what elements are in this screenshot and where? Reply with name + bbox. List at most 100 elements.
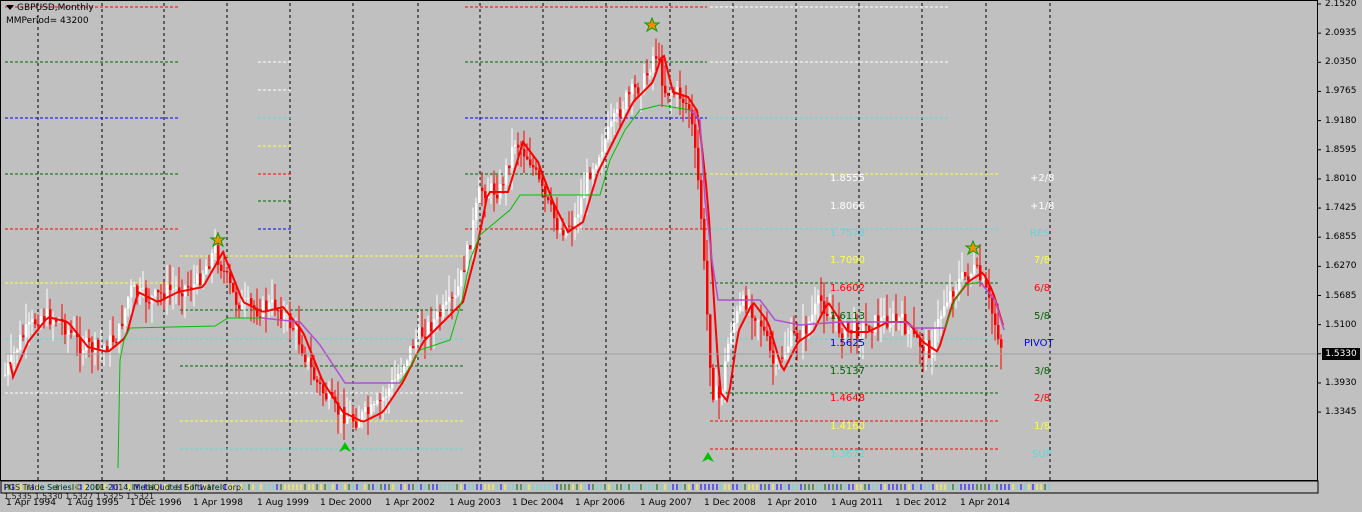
candle-body <box>37 324 40 327</box>
time-tick-label: 1 Aug 2003 <box>449 498 501 508</box>
price-tick-label: 2.0350 <box>1325 57 1357 68</box>
candle-body <box>208 266 211 269</box>
time-tick-label: 1 Dec 2008 <box>704 498 756 508</box>
price-tick-label: 1.3345 <box>1325 407 1357 418</box>
candle-body <box>535 167 538 170</box>
candle-body <box>391 380 394 389</box>
candle-body <box>373 404 376 406</box>
candle-body <box>592 169 595 179</box>
candle-body <box>88 337 91 343</box>
level-name: 2/8 <box>1034 393 1051 404</box>
price-tick-label: 1.6270 <box>1325 261 1357 272</box>
candle-body <box>907 330 910 334</box>
level-value: 1.6113 <box>830 311 865 322</box>
candle-body <box>532 165 535 168</box>
fractal-top-marker <box>964 239 982 256</box>
candle-body <box>904 313 907 334</box>
candle-body <box>367 407 370 415</box>
candle-body <box>325 393 328 400</box>
candle-body <box>361 411 364 422</box>
candle-body <box>637 87 640 94</box>
candle-body <box>895 313 898 321</box>
candle-body <box>607 126 610 140</box>
candle-body <box>295 326 298 330</box>
candle-body <box>739 305 742 312</box>
candle-body <box>343 407 346 424</box>
indicator-label: MMPeriod= 43200 <box>6 16 89 26</box>
candle-body <box>523 149 526 157</box>
candle-body <box>175 287 178 289</box>
candle-body <box>871 331 874 333</box>
candle-body <box>247 298 250 300</box>
candle-body <box>949 291 952 303</box>
candle-body <box>526 156 529 160</box>
candle-body <box>730 332 733 344</box>
candle-body <box>370 404 373 415</box>
candle-body <box>601 152 604 158</box>
candle-body <box>862 324 865 338</box>
candle-body <box>115 342 118 344</box>
level-name: 7/8 <box>1034 255 1051 266</box>
candle-body <box>661 58 664 86</box>
candle-body <box>610 121 613 127</box>
price-tick-label: 1.5685 <box>1325 290 1357 301</box>
candle-body <box>313 367 316 380</box>
candle-body <box>700 180 703 219</box>
candle-body <box>394 379 397 381</box>
candle-body <box>421 327 424 337</box>
candle-body <box>430 322 433 332</box>
chart-window[interactable]: GBPUSD,Monthly MMPeriod= 43200 2.1520 2.0… <box>0 0 1362 512</box>
candle-body <box>244 298 247 300</box>
candle-body <box>409 346 412 361</box>
candle-body <box>538 169 541 180</box>
level-value: 1.6602 <box>830 283 865 294</box>
level-value: 1.5137 <box>830 366 865 377</box>
level-value: 1.8066 <box>830 201 865 212</box>
candle-body <box>67 329 70 335</box>
candle-body <box>511 146 514 169</box>
candle-body <box>967 276 970 281</box>
candle-body <box>133 285 136 287</box>
level-name: +2/8 <box>1030 173 1055 184</box>
candle-body <box>496 194 499 199</box>
candle-body <box>616 109 619 114</box>
candle-body <box>856 321 859 339</box>
candle-body <box>628 92 631 95</box>
price-chart-canvas[interactable] <box>0 0 1362 512</box>
level-name: 5/8 <box>1034 311 1051 322</box>
candle-body <box>403 366 406 374</box>
candle-body <box>814 303 817 315</box>
candle-body <box>187 285 190 288</box>
candle-body <box>94 339 97 353</box>
candle-body <box>619 109 622 118</box>
price-tick-label: 1.5100 <box>1325 319 1357 330</box>
candle-body <box>223 270 226 272</box>
candle-body <box>757 320 760 322</box>
level-value: 1.5625 <box>830 338 865 349</box>
candle-body <box>124 308 127 326</box>
candle-body <box>625 92 628 109</box>
candle-body <box>364 407 367 412</box>
candle-body <box>586 172 589 194</box>
candle-body <box>973 264 976 275</box>
time-tick-label: 1 Apr 2006 <box>575 498 625 508</box>
candle-body <box>211 253 214 269</box>
candle-body <box>724 361 727 391</box>
price-tick-label: 1.9180 <box>1325 115 1357 126</box>
level-name: 6/8 <box>1034 283 1051 294</box>
candle-body <box>169 284 172 290</box>
candle-body <box>781 357 784 359</box>
candle-body <box>196 273 199 285</box>
indicator-footer: PGS Trade Series © 2001-2014, MetaQuotes… <box>4 483 244 501</box>
candle-body <box>70 329 73 333</box>
candle-body <box>865 324 868 326</box>
candle-body <box>10 353 13 364</box>
candle-body <box>463 270 466 273</box>
candle-body <box>19 335 22 350</box>
candle-body <box>382 397 385 401</box>
time-tick-label: 1 Dec 2004 <box>512 498 564 508</box>
candle-body <box>316 379 319 383</box>
collapse-arrow-icon[interactable] <box>6 5 14 10</box>
candle-body <box>457 286 460 296</box>
candle-body <box>733 322 736 333</box>
